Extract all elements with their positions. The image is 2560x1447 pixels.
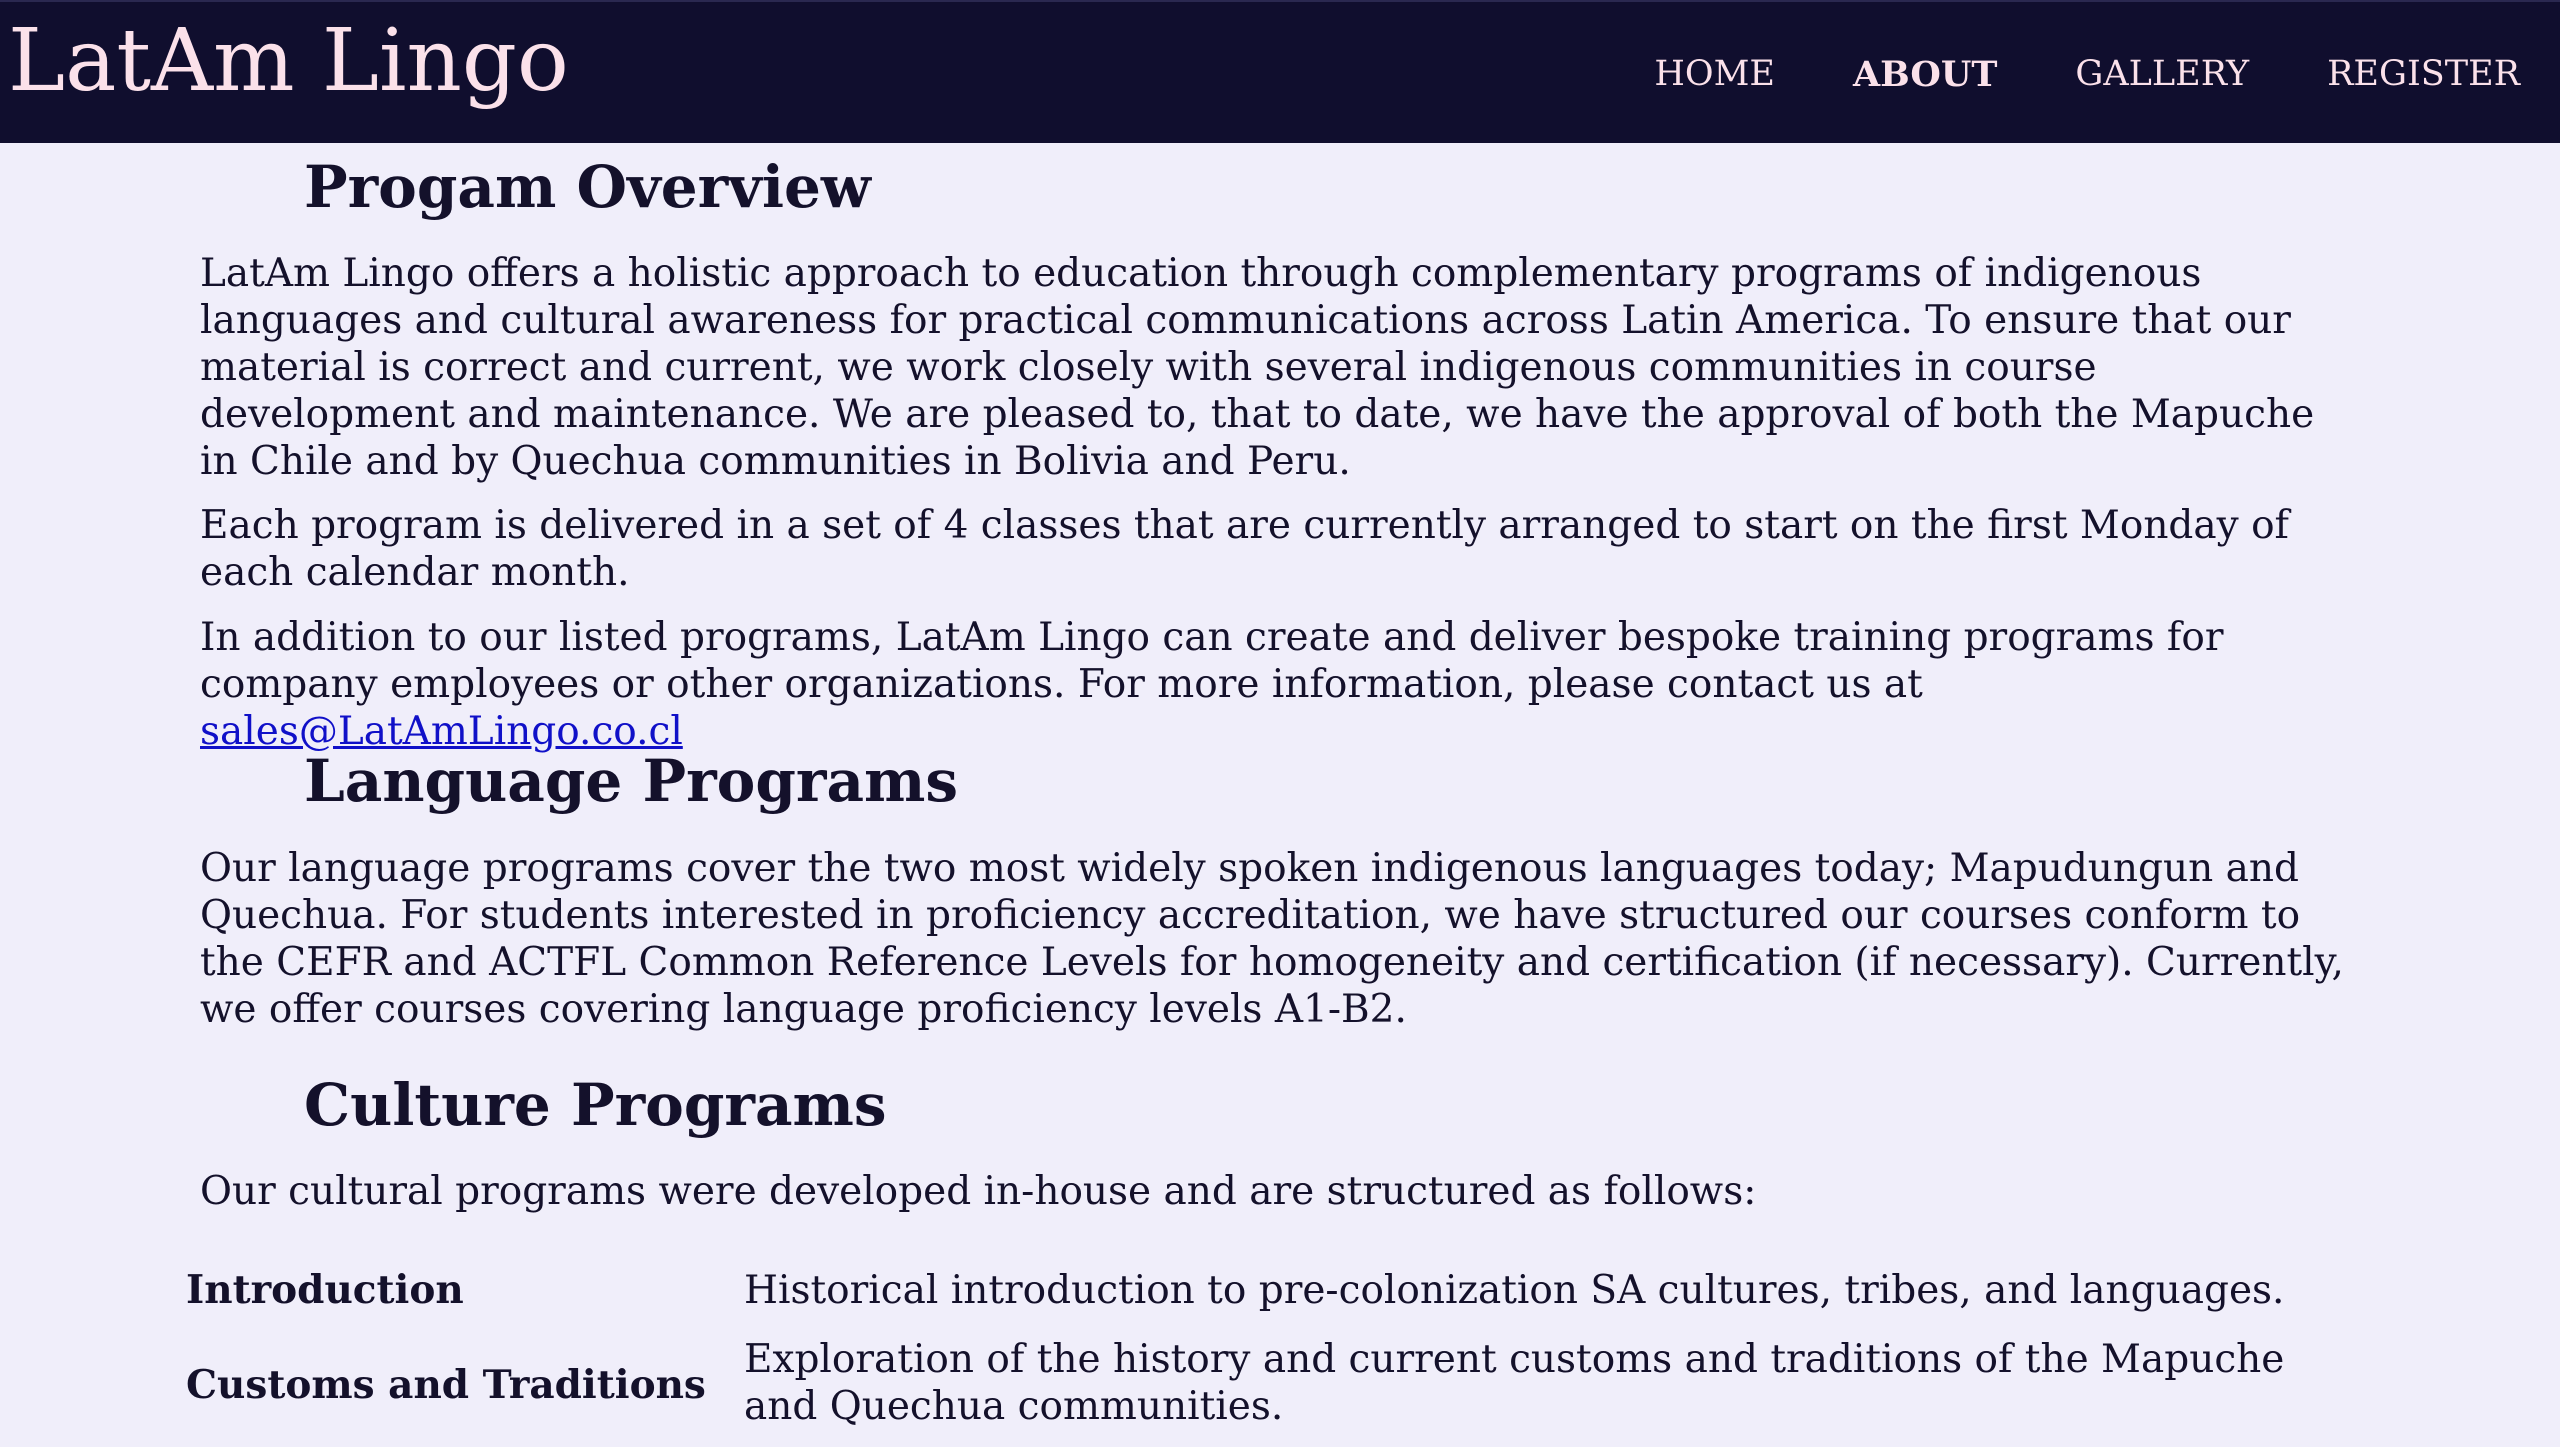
culture-programs-intro: Our cultural programs were developed in-… (200, 1169, 1757, 1214)
overview-heading: Progam Overview (304, 153, 871, 221)
nav-about-link[interactable]: ABOUT (1853, 54, 1997, 95)
culture-program-description: Exploration of the history and current c… (744, 1337, 2285, 1429)
overview-paragraph-3: In addition to our listed programs, LatA… (200, 614, 2360, 755)
culture-program-description: Historical introduction to pre-colonizat… (744, 1268, 2285, 1313)
culture-program-name: Customs and Traditions (186, 1362, 706, 1408)
culture-programs-heading: Culture Programs (304, 1071, 887, 1139)
language-programs-heading: Language Programs (304, 747, 959, 815)
overview-paragraph-1: LatAm Lingo offers a holistic approach t… (200, 251, 2315, 484)
overview-paragraph-3-text: In addition to our listed programs, LatA… (200, 615, 2224, 707)
nav-gallery-link[interactable]: GALLERY (2075, 54, 2249, 95)
site-header: LatAm Lingo HOME ABOUT GALLERY REGISTER (0, 0, 2560, 143)
nav-home-link[interactable]: HOME (1654, 54, 1775, 95)
language-programs-paragraph: Our language programs cover the two most… (200, 846, 2344, 1032)
nav-register-link[interactable]: REGISTER (2327, 54, 2520, 95)
culture-program-name: Introduction (186, 1267, 464, 1313)
overview-paragraph-2: Each program is delivered in a set of 4 … (200, 503, 2289, 595)
site-logo-text[interactable]: LatAm Lingo (8, 14, 569, 109)
main-nav: HOME ABOUT GALLERY REGISTER (1654, 54, 2520, 95)
